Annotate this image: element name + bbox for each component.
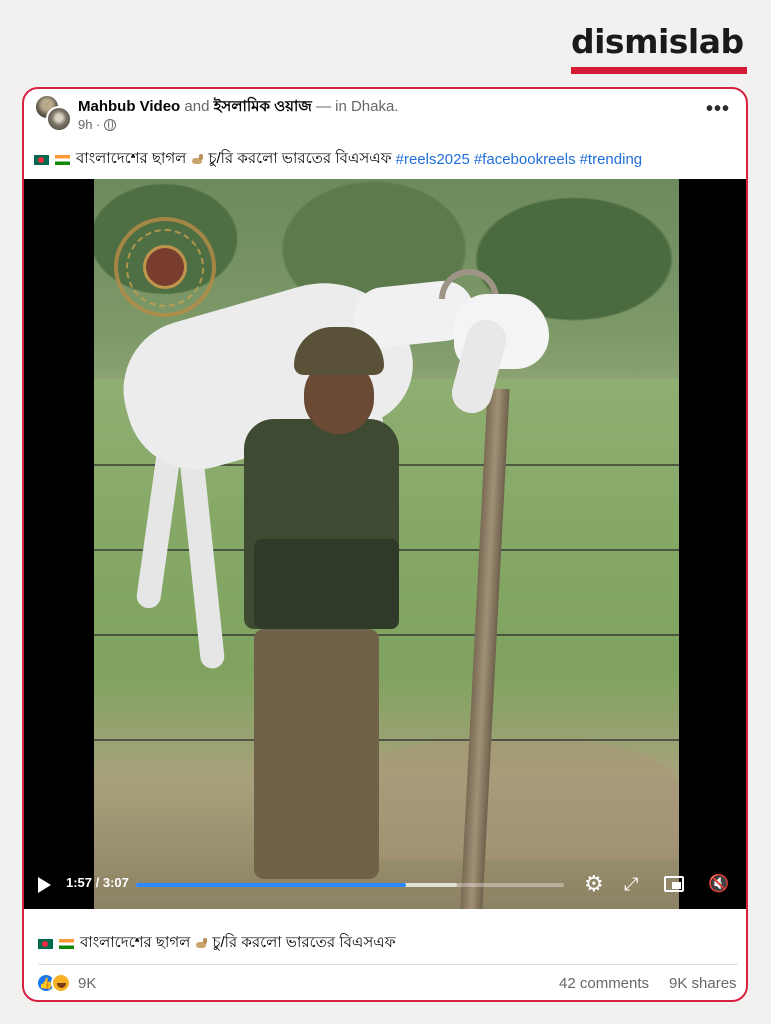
globe-icon — [104, 118, 117, 131]
soldier-pants — [254, 629, 379, 879]
badge-ring — [126, 229, 204, 307]
gear-icon[interactable]: ⚙ — [584, 873, 604, 895]
fullscreen-icon[interactable]: ⤢ — [624, 873, 638, 895]
footer-caption-text-2: চু/রি করলো ভারতের বিএসএফ — [212, 934, 396, 951]
dirt-path — [344, 739, 679, 859]
shares-count[interactable]: 9K shares — [669, 975, 745, 992]
avatar-group[interactable] — [34, 94, 74, 134]
post-time[interactable]: 9h · — [78, 117, 100, 132]
caption-text: বাংলাদেশের ছাগল — [76, 150, 187, 167]
caption-text-2: চু/রি করলো ভারতের বিএসএফ — [208, 150, 392, 167]
reactions-summary[interactable]: 👍 9K — [36, 973, 96, 993]
hashtag-link[interactable]: #facebookreels — [474, 151, 576, 168]
haha-icon — [51, 973, 71, 993]
post-meta: 9h · — [78, 117, 117, 132]
divider — [38, 964, 738, 965]
hashtag-link[interactable]: #trending — [580, 151, 643, 168]
goat-emoji-icon — [194, 937, 208, 951]
facebook-post-card: Mahbub Video and ইসলামিক ওয়াজ — in Dhak… — [22, 87, 748, 1002]
fence-wire — [94, 739, 679, 741]
progress-bar[interactable] — [136, 883, 564, 887]
location-text[interactable]: — in Dhaka. — [316, 98, 399, 115]
fence-wire — [94, 634, 679, 636]
bangladesh-flag-icon — [34, 154, 49, 165]
dismislab-logo: dismislab — [571, 22, 749, 74]
soldier-vest — [254, 539, 399, 629]
reaction-count[interactable]: 9K — [78, 975, 96, 992]
more-options-button[interactable]: ••• — [706, 99, 730, 119]
miniplayer-icon[interactable] — [664, 876, 684, 892]
india-flag-icon — [59, 938, 74, 949]
hashtag-link[interactable]: #reels2025 — [396, 151, 470, 168]
video-controls: 1:57 / 3:07 ⚙ ⤢ 🔇 — [24, 867, 746, 903]
coauthor-name[interactable]: ইসলামিক ওয়াজ — [214, 98, 312, 115]
footer-caption: বাংলাদেশের ছাগল চু/রি করলো ভারতের বিএসএফ — [38, 931, 396, 956]
connector-text: and — [184, 98, 210, 115]
goat-emoji-icon — [190, 153, 204, 167]
post-title-line: Mahbub Video and ইসলামিক ওয়াজ — in Dhak… — [78, 95, 399, 120]
video-frame[interactable] — [94, 179, 679, 909]
play-icon[interactable] — [38, 877, 51, 893]
footer-caption-text: বাংলাদেশের ছাগল — [80, 934, 191, 951]
tactical-media-badge-icon — [114, 217, 216, 317]
comments-count[interactable]: 42 comments — [559, 975, 649, 992]
video-player[interactable]: 1:57 / 3:07 ⚙ ⤢ 🔇 — [24, 179, 746, 909]
progress-fill — [136, 883, 406, 887]
logo-underline — [571, 67, 747, 74]
bangladesh-flag-icon — [38, 938, 53, 949]
india-flag-icon — [55, 154, 70, 165]
avatar[interactable] — [46, 106, 72, 132]
logo-text: dismislab — [571, 22, 744, 61]
video-time: 1:57 / 3:07 — [66, 875, 129, 890]
author-name[interactable]: Mahbub Video — [78, 98, 180, 115]
post-header: Mahbub Video and ইসলামিক ওয়াজ — in Dhak… — [24, 89, 746, 139]
mute-icon[interactable]: 🔇 — [708, 873, 729, 895]
post-caption: বাংলাদেশের ছাগল চু/রি করলো ভারতের বিএসএফ… — [34, 147, 642, 172]
